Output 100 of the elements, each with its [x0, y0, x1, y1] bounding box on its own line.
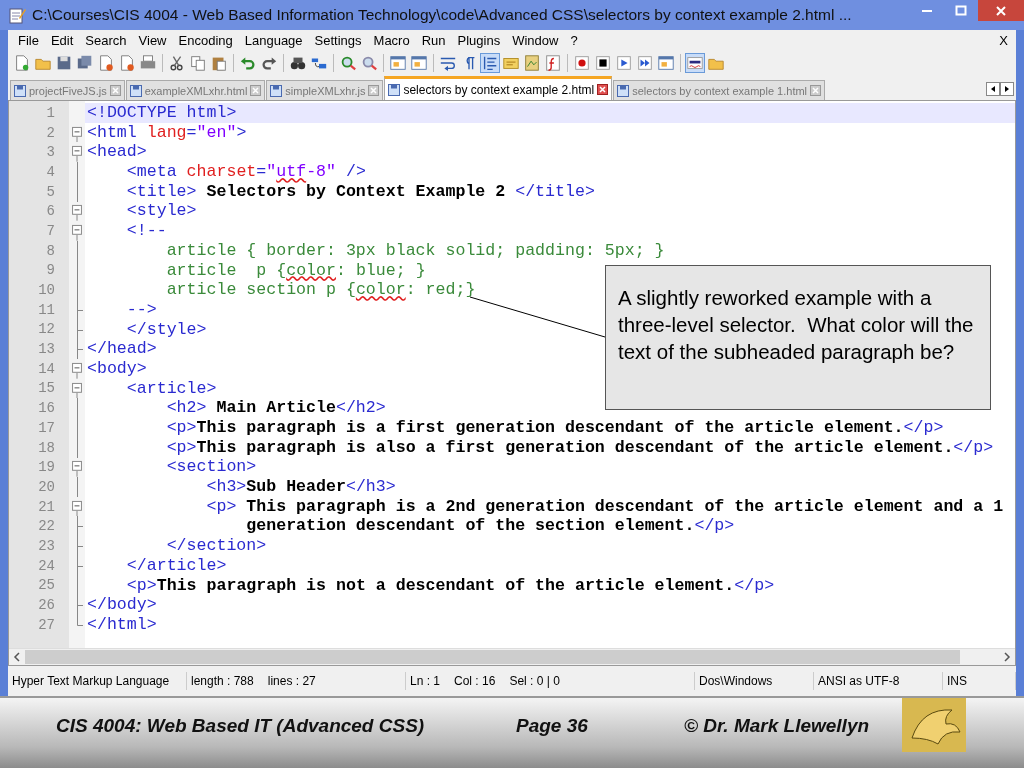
status-text: INS — [947, 674, 967, 688]
menu-item[interactable]: Language — [238, 32, 309, 48]
code-line: <article> — [125, 378, 217, 399]
line-number: 2 — [45, 124, 56, 141]
fold-guide-icon — [76, 477, 78, 498]
code-line: --> — [125, 299, 157, 320]
line-number: 18 — [37, 439, 56, 456]
map-icon[interactable] — [522, 53, 542, 73]
window-icon[interactable] — [656, 53, 676, 73]
emblem-icon — [902, 698, 966, 752]
code-line: </style> — [125, 319, 207, 340]
scroll-left-icon[interactable] — [986, 82, 1000, 96]
line-number: 10 — [37, 282, 56, 299]
code-line: </body> — [86, 595, 157, 615]
tab[interactable]: simpleXMLxhr.js — [266, 80, 384, 100]
menu-item[interactable]: Edit — [44, 32, 80, 48]
window-icon[interactable] — [388, 53, 408, 73]
status-text: ANSI as UTF-8 — [818, 674, 900, 688]
tab[interactable]: exampleXMLxhr.html — [125, 80, 266, 100]
line-number: 27 — [37, 616, 56, 633]
record-icon[interactable] — [572, 53, 592, 73]
line-number: 4 — [45, 163, 56, 180]
code-line: <style> — [125, 201, 197, 222]
tab[interactable]: projectFiveJS.js — [10, 80, 125, 100]
code-line: <h3>Sub Header</h3> — [205, 477, 396, 497]
tab[interactable]: selectors by context example 1.html — [613, 80, 826, 100]
line-number: 15 — [37, 380, 56, 397]
page-number: Page 36 — [516, 715, 589, 737]
menu-item[interactable]: Plugins — [451, 32, 507, 48]
line-number: 11 — [37, 301, 56, 318]
line-number: 6 — [45, 203, 56, 220]
line-number: 24 — [37, 557, 56, 574]
code-line: generation descendant of the section element.</p> — [245, 516, 735, 537]
line-number: 13 — [37, 341, 56, 358]
code-line: </html> — [86, 614, 157, 635]
fast-forward-icon[interactable] — [635, 53, 655, 73]
close-document-button[interactable]: X — [995, 32, 1012, 48]
play-icon[interactable] — [614, 53, 634, 73]
line-number: 5 — [45, 183, 56, 200]
code-line: </article> — [125, 555, 227, 576]
status-text: Sel : 0 | 0 — [509, 674, 560, 688]
line-number: 16 — [37, 400, 56, 417]
scroll-right-icon[interactable] — [1000, 82, 1014, 96]
code-line: <!-- — [125, 221, 167, 241]
save-icon — [617, 84, 630, 97]
function-icon[interactable] — [543, 53, 563, 73]
code-line: <head> — [86, 142, 147, 163]
menu-item[interactable]: View — [132, 32, 173, 48]
spell-check-icon[interactable] — [685, 53, 705, 73]
notepad-icon — [8, 6, 26, 24]
tab[interactable]: selectors by context example 2.html — [384, 76, 613, 100]
menu-item[interactable]: Macro — [367, 32, 416, 48]
line-number: 19 — [37, 459, 56, 476]
status-text: Hyper Text Markup Language — [12, 674, 170, 688]
line-number: 14 — [37, 360, 56, 377]
save-icon — [129, 84, 142, 97]
menu-item[interactable]: Encoding — [172, 32, 239, 48]
menu-item[interactable]: Search — [79, 32, 133, 48]
line-number: 26 — [37, 597, 56, 614]
footer-text: CIS 4004: Web Based IT (Advanced CSS) — [56, 715, 426, 737]
line-number: 17 — [37, 419, 56, 436]
close-button[interactable] — [978, 0, 1024, 21]
line-number: 12 — [37, 321, 56, 338]
line-number: 21 — [37, 498, 56, 515]
code-line: article { border: 3px black solid; padding: 5px; } — [165, 240, 665, 261]
code-line: article section p {color: red;} — [165, 280, 476, 300]
line-number: 8 — [45, 242, 56, 259]
menu-item[interactable]: Settings — [308, 32, 368, 48]
window-icon[interactable] — [409, 53, 429, 73]
stop-icon[interactable] — [593, 53, 613, 73]
scrollbar-thumb[interactable] — [25, 650, 961, 664]
code-line: <section> — [165, 457, 257, 478]
close-icon[interactable] — [597, 84, 609, 95]
menu-item[interactable]: ? — [564, 32, 584, 48]
status-text: Col : 16 — [454, 674, 496, 688]
menu-item[interactable]: Window — [506, 32, 565, 48]
callout-text: A slightly reworked example with a three-level selector. What color will the text of the subheaded paragraph be? — [605, 265, 991, 410]
line-number: 3 — [45, 144, 56, 161]
line-number: 22 — [37, 518, 56, 535]
code-line: <body> — [86, 358, 147, 379]
minimize-icon — [922, 9, 932, 12]
code-line: article p {color: blue; } — [165, 260, 426, 281]
menu-item[interactable]: Run — [415, 32, 452, 48]
close-icon — [995, 4, 1007, 17]
code-line: <p>This paragraph is a first generation descendant of the article element.</p> — [165, 418, 944, 438]
line-number: 23 — [37, 537, 56, 554]
menu-item[interactable]: File — [12, 32, 45, 48]
author-text: © Dr. Mark Llewellyn — [684, 715, 870, 737]
line-number: 25 — [37, 577, 56, 594]
code-line: <!DOCTYPE html> — [86, 103, 237, 123]
status-text: Dos\Windows — [699, 674, 773, 688]
status-text: length : 788 — [191, 674, 254, 688]
line-number: 1 — [45, 104, 56, 121]
line-number: 7 — [45, 222, 56, 239]
code-line: <title> Selectors by Context Example 2 </title> — [125, 181, 595, 202]
code-line: </head> — [86, 339, 157, 359]
code-line: <p>This paragraph is not a descendant of the article element.</p> — [125, 575, 775, 596]
line-number: 20 — [37, 478, 56, 495]
indent-guide-icon[interactable] — [480, 53, 500, 73]
code-line: <meta charset="utf-8" /> — [125, 162, 366, 182]
